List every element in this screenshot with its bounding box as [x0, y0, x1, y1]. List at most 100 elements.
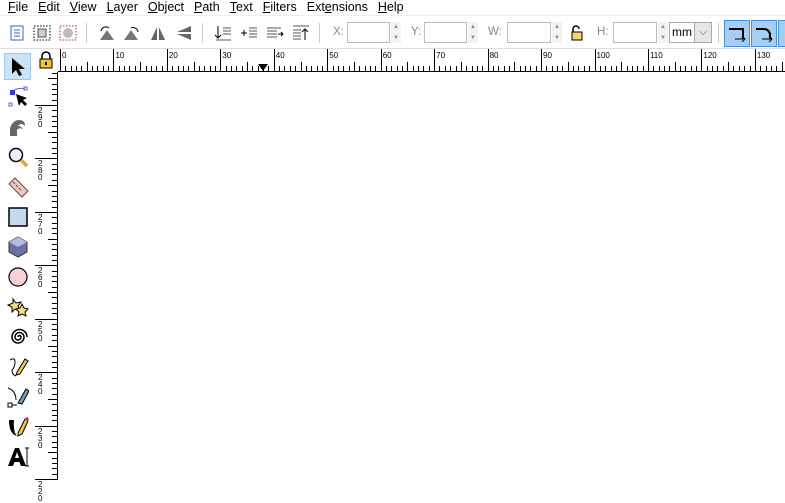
- menu-path[interactable]: Path: [189, 0, 225, 15]
- ruler-label: 130: [756, 51, 771, 60]
- ruler-tick: [52, 243, 57, 245]
- ruler-label: 260: [38, 266, 43, 290]
- h-input[interactable]: [613, 22, 657, 43]
- flip-vertical-icon[interactable]: [173, 22, 195, 44]
- ruler-tick: [738, 66, 740, 71]
- ruler-tick: [605, 66, 607, 71]
- measure-tool[interactable]: [4, 173, 31, 200]
- ruler-tick: [52, 473, 57, 475]
- ruler-tick: [370, 66, 371, 71]
- star-tool[interactable]: [4, 293, 31, 320]
- menu-view[interactable]: View: [65, 0, 102, 15]
- menu-layer[interactable]: Layer: [102, 0, 143, 15]
- ruler-tick: [97, 66, 99, 71]
- ruler-tick: [52, 308, 57, 310]
- spiral-tool[interactable]: [4, 323, 31, 350]
- scale-stroke-toggle[interactable]: [724, 20, 750, 47]
- menu-file[interactable]: File: [0, 0, 33, 15]
- ruler-tick: [749, 66, 751, 71]
- ruler-label: 290: [38, 106, 43, 129]
- ruler-tick: [52, 249, 57, 251]
- ruler-tick: [52, 468, 57, 470]
- ruler-tick: [359, 66, 361, 71]
- menu-filters[interactable]: Filters: [258, 0, 302, 15]
- ruler-tick: [353, 62, 355, 71]
- ruler-tick: [52, 441, 57, 443]
- node-tool[interactable]: [4, 83, 31, 110]
- ruler-tick: [52, 340, 57, 342]
- ruler-tick: [150, 66, 152, 71]
- horizontal-ruler[interactable]: 0 10 20 30 40 50 60 70 80 90 100 110 120 130: [58, 49, 785, 72]
- ruler-tick: [546, 66, 548, 71]
- ruler-tick: [52, 126, 57, 128]
- ruler-tick: [48, 78, 57, 80]
- lock-ratio-icon[interactable]: [566, 22, 588, 44]
- ruler-tick: [268, 66, 270, 71]
- menu-extensions[interactable]: Extensions: [302, 0, 373, 15]
- ruler-tick: [551, 66, 553, 71]
- w-spinner[interactable]: ▲ ▼: [552, 22, 562, 43]
- menu-object[interactable]: Object: [143, 0, 189, 15]
- tweak-tool[interactable]: [4, 113, 31, 140]
- drawing-canvas[interactable]: [59, 73, 785, 480]
- pen-tool[interactable]: [4, 383, 31, 410]
- unit-select[interactable]: mm ⌵: [669, 22, 712, 43]
- ruler-tick: [108, 66, 110, 71]
- deselect-icon[interactable]: [57, 22, 79, 44]
- menu-edit[interactable]: Edit: [33, 0, 65, 15]
- ruler-tick: [434, 49, 436, 71]
- select-all-layers-icon[interactable]: [31, 22, 53, 44]
- pencil-tool[interactable]: [4, 353, 31, 380]
- ruler-tick: [204, 66, 206, 71]
- calligraphy-tool[interactable]: [4, 413, 31, 440]
- ruler-tick: [300, 62, 302, 71]
- x-spinner[interactable]: ▲ ▼: [391, 22, 401, 43]
- h-spinner[interactable]: ▲ ▼: [658, 22, 668, 43]
- ruler-tick: [52, 227, 57, 229]
- w-input[interactable]: [507, 22, 551, 43]
- rotate-ccw-icon[interactable]: [95, 22, 117, 44]
- scale-corners-toggle[interactable]: [751, 20, 777, 47]
- ruler-tick: [134, 66, 136, 71]
- ruler-tick: [514, 62, 516, 71]
- ruler-tick: [653, 66, 655, 71]
- ruler-tick: [327, 49, 329, 71]
- menu-text[interactable]: Text: [225, 0, 258, 15]
- ruler-tick: [573, 66, 575, 71]
- ruler-tick: [52, 179, 57, 181]
- selector-tool[interactable]: [4, 53, 31, 80]
- ruler-label: 20: [168, 51, 178, 60]
- ruler-tick: [284, 66, 286, 71]
- zoom-tool[interactable]: [4, 143, 31, 170]
- raise-icon[interactable]: [264, 22, 286, 44]
- transform-gradients-toggle[interactable]: [778, 20, 785, 47]
- y-spinner[interactable]: ▲ ▼: [468, 22, 478, 43]
- raise-to-top-icon[interactable]: [290, 22, 312, 44]
- ruler-tick: [52, 137, 57, 139]
- rotate-cw-icon[interactable]: [121, 22, 143, 44]
- ruler-tick: [396, 66, 398, 71]
- ruler-tick: [685, 66, 687, 71]
- vertical-ruler[interactable]: 290 280 270 260 250 240 230 220: [35, 72, 58, 503]
- ruler-tick: [776, 66, 778, 71]
- flip-horizontal-icon[interactable]: [147, 22, 169, 44]
- ruler-tick: [647, 49, 649, 71]
- ruler-label: 100: [596, 51, 610, 60]
- ruler-tick: [642, 66, 644, 71]
- 3d-box-tool[interactable]: [4, 233, 31, 260]
- ruler-tick: [503, 66, 505, 71]
- guide-lock-icon[interactable]: [37, 51, 55, 72]
- ruler-tick: [52, 195, 57, 197]
- toolbox: [0, 50, 35, 480]
- y-input[interactable]: [424, 22, 467, 43]
- lower-to-bottom-icon[interactable]: [212, 22, 234, 44]
- rectangle-tool[interactable]: [4, 203, 31, 230]
- ruler-tick: [48, 131, 57, 133]
- x-input[interactable]: [347, 22, 390, 43]
- ruler-tick: [118, 66, 120, 71]
- lower-icon[interactable]: [238, 22, 260, 44]
- menu-help[interactable]: Help: [373, 0, 409, 15]
- text-tool[interactable]: [4, 443, 31, 470]
- ellipse-tool[interactable]: [4, 263, 31, 290]
- select-all-icon[interactable]: [6, 22, 28, 44]
